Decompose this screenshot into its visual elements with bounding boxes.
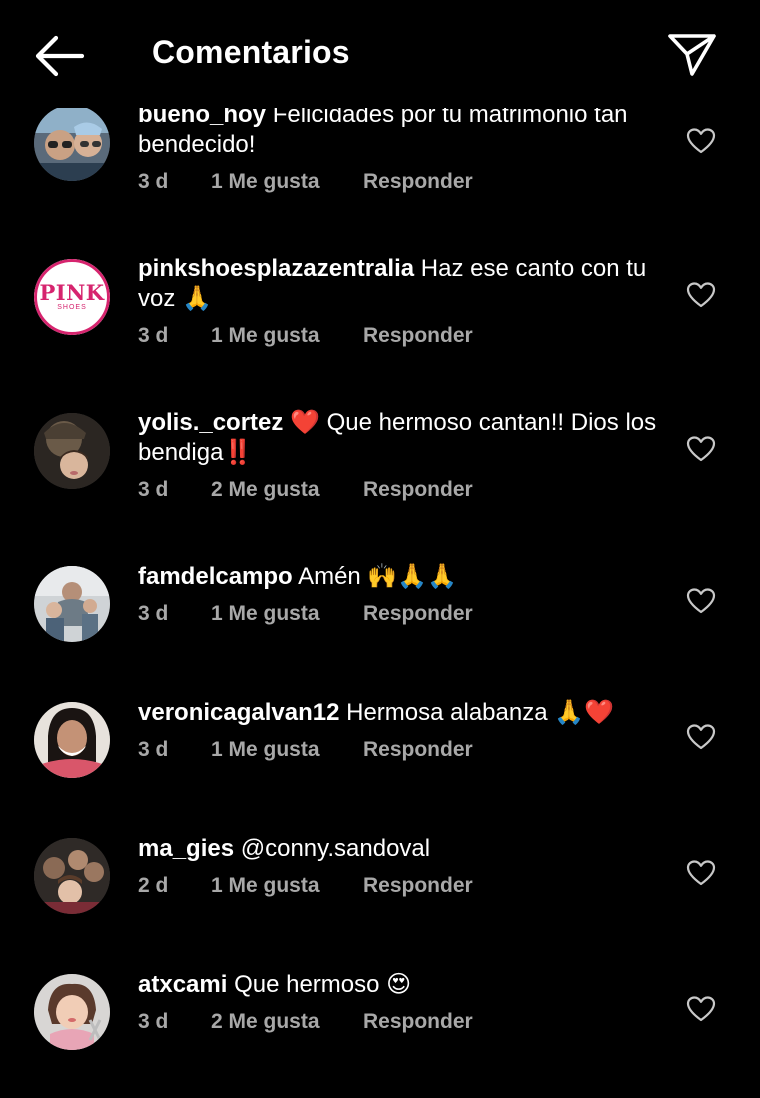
reply-button[interactable]: Responder bbox=[363, 1010, 473, 1034]
comment-username[interactable]: pinkshoesplazazentralia bbox=[138, 255, 414, 282]
reply-button[interactable]: Responder bbox=[363, 478, 473, 502]
avatar-photo bbox=[34, 413, 110, 489]
heart-icon[interactable] bbox=[686, 995, 716, 1023]
comment-time: 3 d bbox=[138, 602, 169, 625]
heart-icon[interactable] bbox=[686, 723, 716, 751]
pink-shoes-logo: PINK SHOES bbox=[34, 259, 110, 335]
avatar[interactable] bbox=[34, 413, 110, 489]
comment-body: ma_gies @conny.sandoval 2 d 1 Me gusta R… bbox=[138, 834, 668, 900]
paper-plane-icon bbox=[668, 34, 716, 76]
comment-likes[interactable]: 2 Me gusta bbox=[211, 478, 320, 502]
avatar[interactable] bbox=[34, 566, 110, 642]
avatar-photo bbox=[34, 702, 110, 778]
comment-time: 3 d bbox=[138, 738, 169, 761]
avatar-photo bbox=[34, 566, 110, 642]
comment-username[interactable]: veronicagalvan12 bbox=[138, 699, 339, 726]
comment-likes[interactable]: 1 Me gusta bbox=[211, 738, 320, 762]
comment-message: Que hermoso 😍 bbox=[234, 971, 412, 998]
logo-subtext: SHOES bbox=[57, 304, 87, 311]
comment-username[interactable]: ma_gies bbox=[138, 835, 234, 862]
back-button[interactable] bbox=[28, 30, 90, 82]
comment-meta: 3 d 2 Me gusta Responder bbox=[138, 1010, 668, 1036]
comment-likes[interactable]: 1 Me gusta bbox=[211, 324, 320, 348]
comment-time: 3 d bbox=[138, 478, 169, 501]
comment-likes[interactable]: 1 Me gusta bbox=[211, 874, 320, 898]
comment-body: pinkshoesplazazentralia Haz ese canto co… bbox=[138, 254, 668, 350]
avatar[interactable]: PINK SHOES bbox=[34, 259, 110, 335]
comment-message: Hermosa alabanza 🙏❤️ bbox=[346, 699, 615, 726]
avatar[interactable] bbox=[34, 702, 110, 778]
comment-time: 3 d bbox=[138, 1010, 169, 1033]
reply-button[interactable]: Responder bbox=[363, 738, 473, 762]
comment-body: yolis._cortez ❤️ Que hermoso cantan!! Di… bbox=[138, 408, 668, 504]
comment-text: bueno_hoy Felicidades por tu matrimonio … bbox=[138, 100, 668, 160]
comment-likes[interactable]: 1 Me gusta bbox=[211, 170, 320, 194]
heart-icon[interactable] bbox=[686, 281, 716, 309]
avatar-photo bbox=[34, 838, 110, 914]
comment-message[interactable]: @conny.sandoval bbox=[241, 835, 430, 862]
avatar[interactable] bbox=[34, 974, 110, 1050]
reply-button[interactable]: Responder bbox=[363, 324, 473, 348]
reply-button[interactable]: Responder bbox=[363, 170, 473, 194]
top-bar: Comentarios bbox=[0, 0, 760, 108]
comment-body: atxcami Que hermoso 😍 3 d 2 Me gusta Res… bbox=[138, 970, 668, 1036]
comment-likes[interactable]: 2 Me gusta bbox=[211, 1010, 320, 1034]
comment-time: 3 d bbox=[138, 324, 169, 347]
heart-icon[interactable] bbox=[686, 859, 716, 887]
comment-message: Amén 🙌🙏🙏 bbox=[298, 563, 458, 590]
comment-text: ma_gies @conny.sandoval bbox=[138, 834, 668, 864]
comment-body: bueno_hoy Felicidades por tu matrimonio … bbox=[138, 100, 668, 196]
comment-text: famdelcampo Amén 🙌🙏🙏 bbox=[138, 562, 668, 592]
comment-meta: 3 d 2 Me gusta Responder bbox=[138, 478, 668, 504]
comment-text: veronicagalvan12 Hermosa alabanza 🙏❤️ bbox=[138, 698, 668, 728]
comment-time: 3 d bbox=[138, 170, 169, 193]
avatar-photo bbox=[34, 974, 110, 1050]
comments-screen: bueno_hoy Felicidades por tu matrimonio … bbox=[0, 0, 760, 1098]
comment-text: atxcami Que hermoso 😍 bbox=[138, 970, 668, 1000]
heart-icon[interactable] bbox=[686, 587, 716, 615]
comment-meta: 3 d 1 Me gusta Responder bbox=[138, 738, 668, 764]
comment-username[interactable]: atxcami bbox=[138, 971, 227, 998]
comment-meta: 3 d 1 Me gusta Responder bbox=[138, 324, 668, 350]
avatar[interactable] bbox=[34, 105, 110, 181]
page-title: Comentarios bbox=[152, 34, 350, 70]
comment-username[interactable]: yolis._cortez bbox=[138, 409, 283, 436]
avatar-photo bbox=[34, 105, 110, 181]
heart-icon[interactable] bbox=[686, 435, 716, 463]
comment-likes[interactable]: 1 Me gusta bbox=[211, 602, 320, 626]
comments-list[interactable]: bueno_hoy Felicidades por tu matrimonio … bbox=[0, 0, 760, 1098]
arrow-left-icon bbox=[35, 35, 85, 77]
share-button[interactable] bbox=[666, 28, 718, 80]
avatar[interactable] bbox=[34, 838, 110, 914]
comment-time: 2 d bbox=[138, 874, 169, 897]
reply-button[interactable]: Responder bbox=[363, 874, 473, 898]
comment-username[interactable]: famdelcampo bbox=[138, 563, 293, 590]
heart-icon[interactable] bbox=[686, 127, 716, 155]
comment-meta: 2 d 1 Me gusta Responder bbox=[138, 874, 668, 900]
comment-meta: 3 d 1 Me gusta Responder bbox=[138, 170, 668, 196]
reply-button[interactable]: Responder bbox=[363, 602, 473, 626]
comment-body: famdelcampo Amén 🙌🙏🙏 3 d 1 Me gusta Resp… bbox=[138, 562, 668, 628]
comment-text: pinkshoesplazazentralia Haz ese canto co… bbox=[138, 254, 668, 314]
comment-body: veronicagalvan12 Hermosa alabanza 🙏❤️ 3 … bbox=[138, 698, 668, 764]
logo-text: PINK bbox=[39, 280, 105, 305]
comment-meta: 3 d 1 Me gusta Responder bbox=[138, 602, 668, 628]
comment-text: yolis._cortez ❤️ Que hermoso cantan!! Di… bbox=[138, 408, 668, 468]
